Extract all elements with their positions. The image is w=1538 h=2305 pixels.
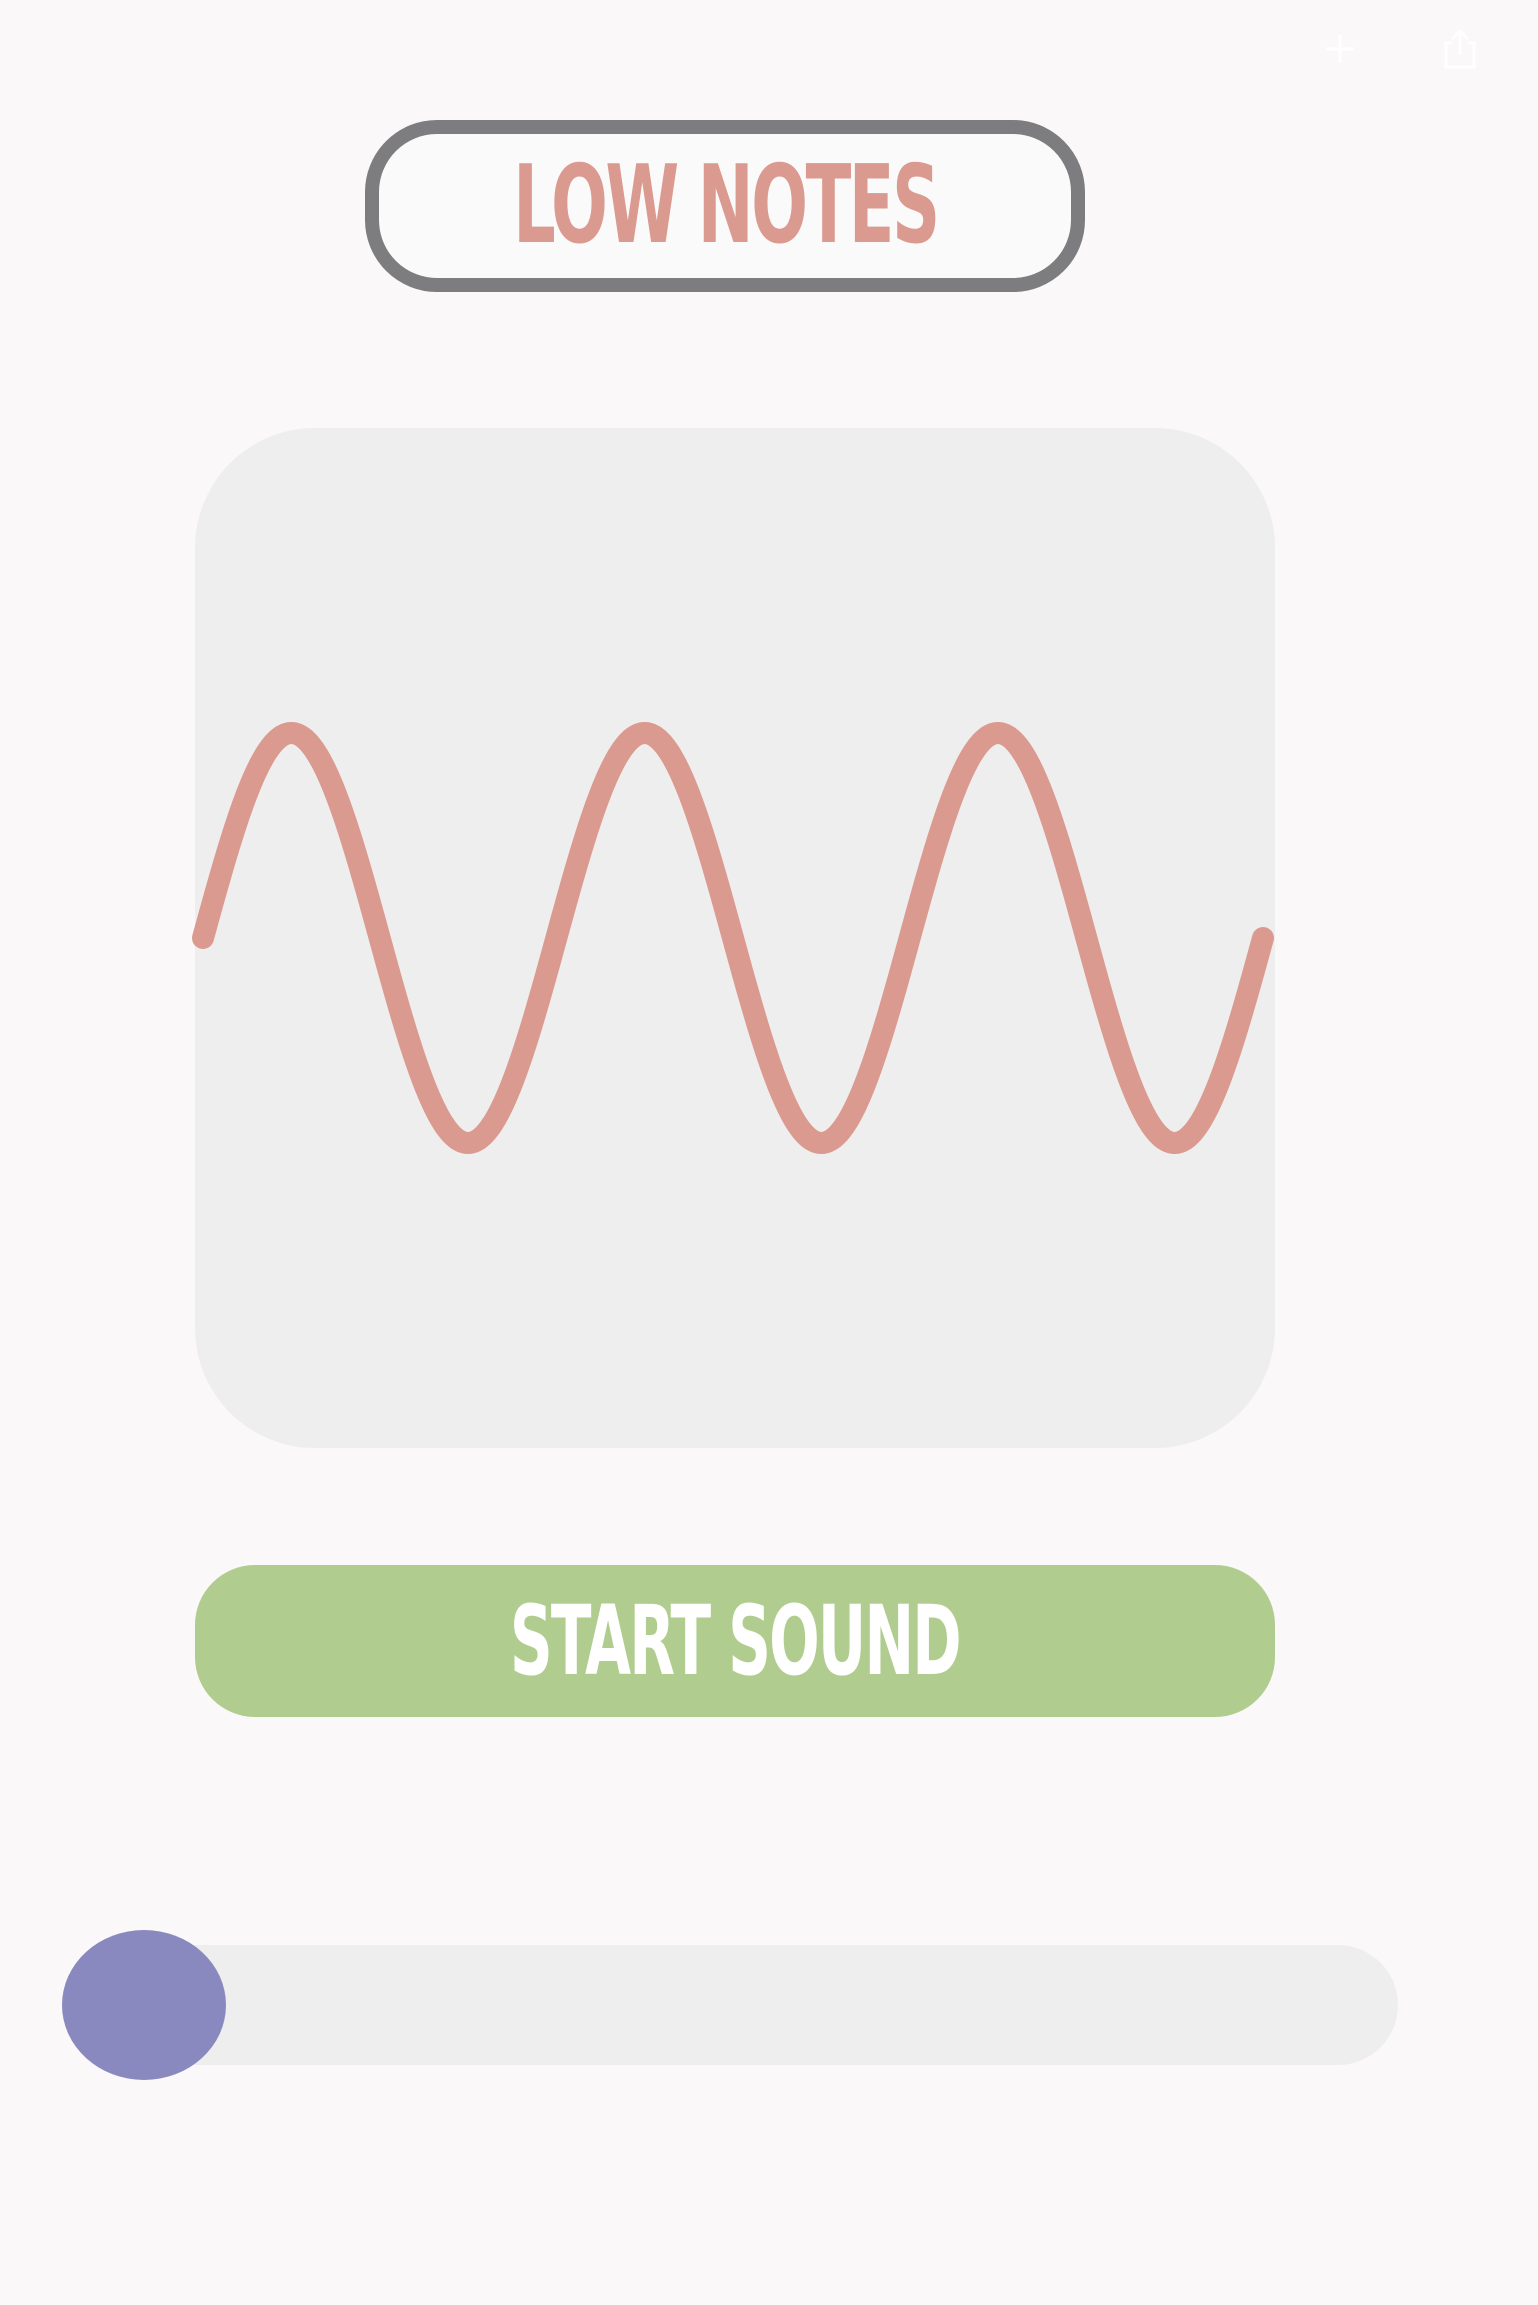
plus-icon (1323, 32, 1357, 66)
start-sound-button[interactable]: START SOUND (195, 1565, 1275, 1717)
page-title: LOW NOTES (512, 143, 940, 268)
frequency-slider[interactable] (62, 1930, 1398, 2080)
share-icon (1440, 27, 1480, 71)
sine-wave (192, 722, 1274, 1154)
title-badge: LOW NOTES (365, 120, 1085, 292)
add-button[interactable] (1280, 14, 1400, 84)
start-sound-label: START SOUND (510, 1585, 962, 1697)
slider-track[interactable] (62, 1945, 1398, 2065)
waveform-display (192, 428, 1275, 1448)
share-button[interactable] (1400, 14, 1520, 84)
slider-thumb[interactable] (62, 1930, 226, 2080)
waveform-graph (192, 722, 1274, 1154)
top-controls (1280, 14, 1520, 84)
